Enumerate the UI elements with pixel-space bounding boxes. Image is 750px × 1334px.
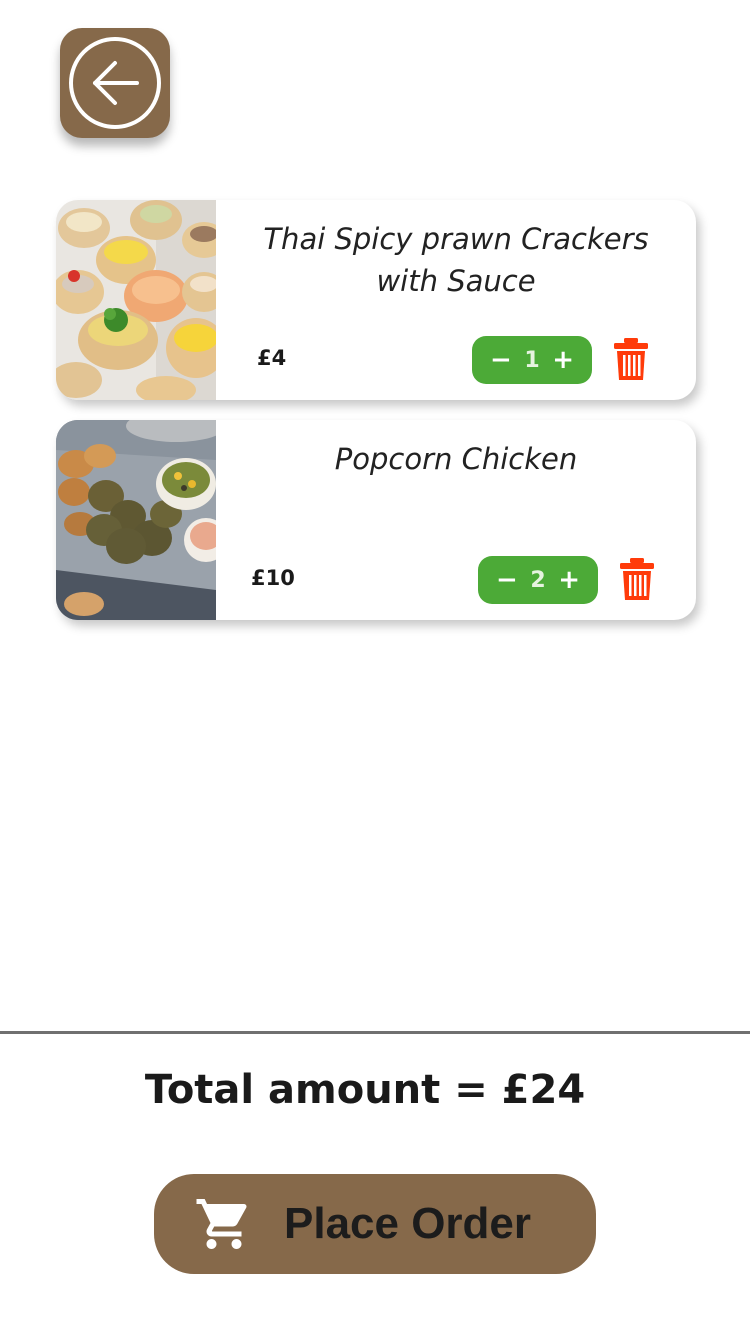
vol-au-vent-photo xyxy=(56,200,216,400)
item-name-line-1: Popcorn Chicken xyxy=(334,442,578,476)
quantity-stepper: − 2 + xyxy=(478,556,598,604)
trash-icon[interactable] xyxy=(619,558,655,600)
total-amount: Total amount = £24 xyxy=(0,1062,730,1118)
back-button[interactable] xyxy=(60,28,170,138)
item-name: Thai Spicy prawn Crackers with Sauce xyxy=(236,218,676,302)
item-name-line-2: with Sauce xyxy=(376,264,536,298)
cart-list: Thai Spicy prawn Crackers with Sauce £4 … xyxy=(56,200,696,640)
summary-divider xyxy=(0,1031,750,1034)
total-label: Total amount xyxy=(144,1067,441,1113)
place-order-label: Place Order xyxy=(284,1199,532,1248)
item-price: £4 xyxy=(257,346,287,370)
shopping-cart-icon xyxy=(196,1199,247,1249)
quantity-value: 2 xyxy=(530,567,546,593)
cart-item: Thai Spicy prawn Crackers with Sauce £4 … xyxy=(56,200,696,400)
total-equals: = xyxy=(440,1067,502,1113)
item-name-line-1: Thai Spicy prawn Crackers xyxy=(263,222,649,256)
quantity-value: 1 xyxy=(524,347,540,373)
quantity-stepper: − 1 + xyxy=(472,336,592,384)
arrow-left-circle-icon xyxy=(69,37,161,129)
cart-item: Popcorn Chicken £10 − 2 + xyxy=(56,420,696,620)
item-image xyxy=(56,200,216,400)
popcorn-chicken-photo xyxy=(56,420,216,620)
place-order-button[interactable]: Place Order xyxy=(154,1174,596,1274)
trash-icon[interactable] xyxy=(613,338,649,380)
decrease-quantity-button[interactable]: − xyxy=(490,347,512,373)
item-image xyxy=(56,420,216,620)
total-value: £24 xyxy=(501,1067,586,1113)
item-price: £10 xyxy=(251,566,295,590)
increase-quantity-button[interactable]: + xyxy=(558,567,580,593)
decrease-quantity-button[interactable]: − xyxy=(496,567,518,593)
item-name: Popcorn Chicken xyxy=(236,438,676,480)
increase-quantity-button[interactable]: + xyxy=(552,347,574,373)
